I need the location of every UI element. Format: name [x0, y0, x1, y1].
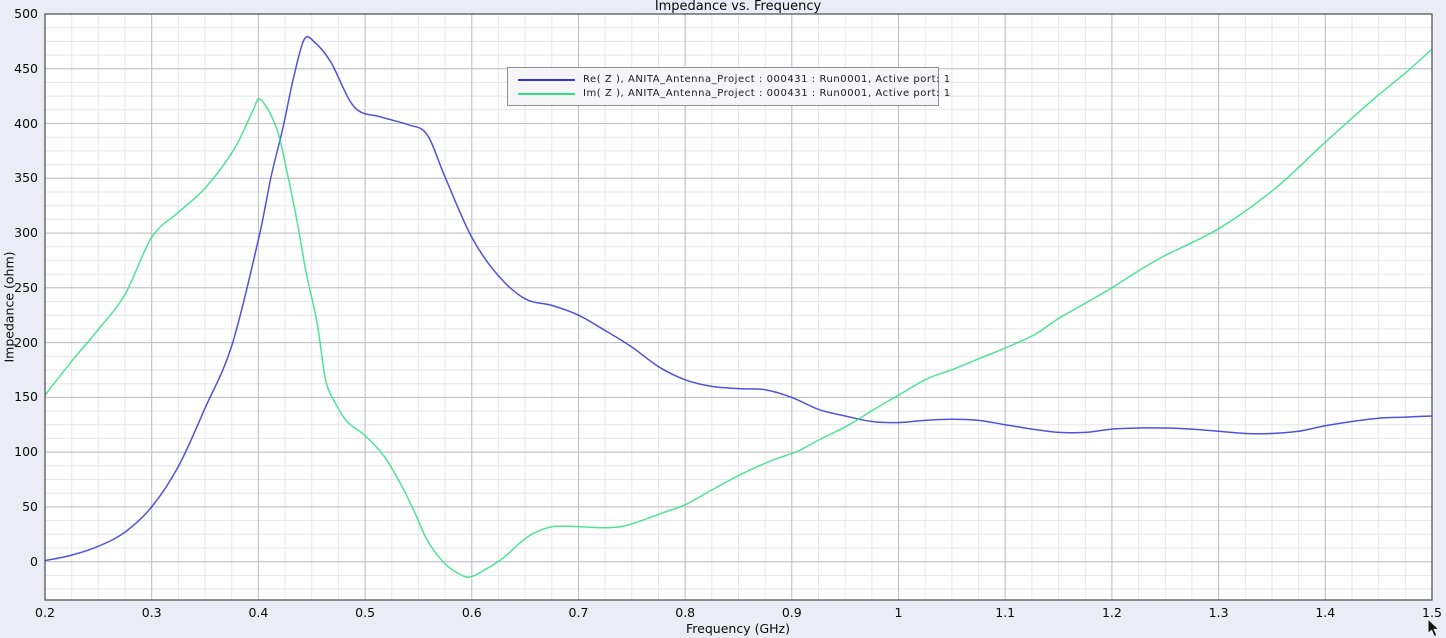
legend-entry-im: Im( Z ), ANITA_Antenna_Project : 000431 …: [518, 87, 930, 100]
x-tick-label: 0.9: [782, 605, 802, 620]
legend: Re( Z ), ANITA_Antenna_Project : 000431 …: [507, 67, 939, 106]
x-axis-label: Frequency (GHz): [686, 621, 790, 636]
y-tick-label: 450: [0, 61, 38, 77]
mouse-cursor-icon: [1427, 618, 1441, 638]
y-tick-label: 100: [0, 444, 38, 460]
x-tick-label: 1.1: [995, 605, 1015, 620]
x-tick-label: 0.8: [675, 605, 695, 620]
legend-entry-re: Re( Z ), ANITA_Antenna_Project : 000431 …: [518, 73, 930, 86]
x-tick-label: 0.3: [142, 605, 162, 620]
y-tick-label: 300: [0, 225, 38, 241]
x-tick-label: 0.7: [569, 605, 589, 620]
x-tick-label: 1.4: [1315, 605, 1335, 620]
x-tick-label: 1.5: [1422, 605, 1442, 620]
y-tick-label: 500: [0, 6, 38, 22]
x-tick-label: 0.2: [35, 605, 55, 620]
legend-line-im-icon: [518, 93, 575, 95]
y-tick-label: 0: [0, 554, 38, 570]
legend-line-re-icon: [518, 79, 575, 81]
x-tick-label: 1: [895, 605, 903, 620]
y-tick-label: 350: [0, 170, 38, 186]
y-tick-label: 400: [0, 116, 38, 132]
x-tick-label: 0.4: [248, 605, 268, 620]
x-tick-label: 1.3: [1209, 605, 1229, 620]
y-tick-label: 50: [0, 499, 38, 515]
legend-label-im: Im( Z ), ANITA_Antenna_Project : 000431 …: [583, 88, 951, 99]
y-tick-label: 150: [0, 389, 38, 405]
impedance-vs-frequency-chart: Impedance vs. Frequency Impedance (ohm) …: [0, 0, 1446, 638]
chart-title: Impedance vs. Frequency: [655, 0, 821, 14]
y-tick-label: 250: [0, 280, 38, 296]
y-tick-label: 200: [0, 335, 38, 351]
x-tick-label: 1.2: [1102, 605, 1122, 620]
x-tick-label: 0.6: [462, 605, 482, 620]
x-tick-label: 0.5: [355, 605, 375, 620]
legend-label-re: Re( Z ), ANITA_Antenna_Project : 000431 …: [583, 74, 951, 85]
